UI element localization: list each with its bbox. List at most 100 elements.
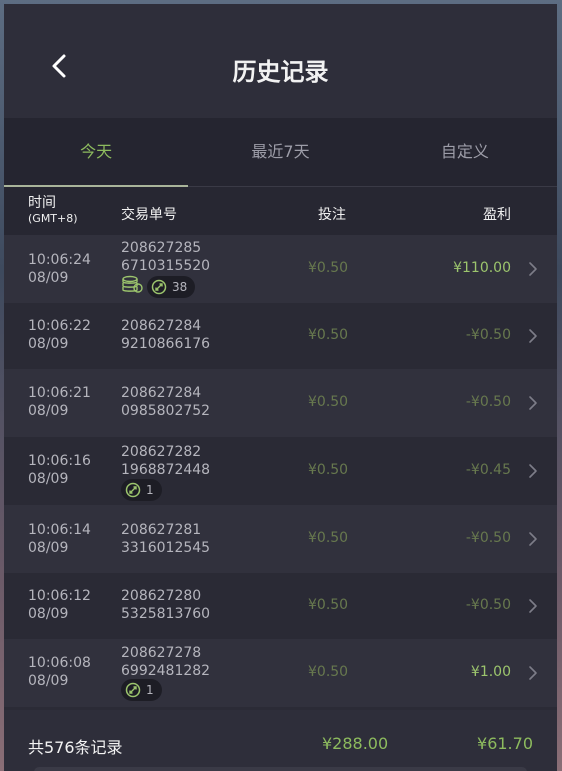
record-profit: -¥0.50 (465, 597, 511, 613)
record-date: 08/09 (28, 606, 69, 622)
spin-count: 38 (172, 280, 188, 294)
spin-arrows-icon (125, 482, 141, 498)
column-timezone: (GMT+8) (28, 212, 78, 225)
order-id-part-1: 208627284 (121, 385, 202, 401)
order-id-part-2: 0985802752 (121, 403, 211, 419)
record-badges: 1 (121, 479, 162, 501)
record-time: 10:06:16 08/09 (28, 452, 91, 488)
chevron-right-icon[interactable] (527, 328, 539, 344)
record-order-id: 208627284 9210866176 (121, 317, 210, 353)
record-profit: ¥110.00 (453, 260, 511, 276)
record-date: 08/09 (28, 270, 69, 286)
page-title: 历史记录 (232, 58, 329, 86)
record-bet: ¥0.50 (308, 462, 349, 478)
tab-custom[interactable]: 自定义 (373, 118, 557, 186)
record-row[interactable]: 10:06:14 08/09 208627281 3316012545 ¥0.50 -¥0… (4, 505, 557, 573)
record-time-clock: 10:06:14 (28, 522, 91, 538)
record-bet: ¥0.50 (308, 664, 349, 680)
record-date: 08/09 (28, 403, 69, 419)
record-time-clock: 10:06:24 (28, 252, 91, 268)
record-list: 10:06:24 08/09 208627285 6710315520 38 ¥0.50 ¥… (4, 235, 557, 707)
record-order-id: 208627282 1968872448 (121, 443, 210, 479)
total-records: 共576条记录 (28, 738, 123, 757)
record-date: 08/09 (28, 336, 69, 352)
spin-count: 1 (146, 683, 154, 697)
tab-last-7-days[interactable]: 最近7天 (188, 118, 372, 186)
record-date: 08/09 (28, 673, 69, 689)
record-profit: -¥0.50 (465, 327, 511, 343)
column-header: 时间 (GMT+8) 交易单号 投注 盈利 (4, 187, 557, 235)
column-order: 交易单号 (121, 207, 177, 223)
profit-sum: ¥61.70 (477, 734, 533, 753)
column-profit: 盈利 (483, 207, 511, 223)
summary-footer: 共576条记录 ¥288.00 ¥61.70 (4, 710, 557, 771)
record-time: 10:06:22 08/09 (28, 317, 91, 353)
record-order-id: 208627284 0985802752 (121, 384, 210, 420)
record-row[interactable]: 10:06:12 08/09 208627280 5325813760 ¥0.50 -¥0… (4, 573, 557, 639)
history-screen: 历史记录 今天 最近7天 自定义 时间 (GMT+8) 交易单号 投注 盈利 1… (4, 4, 557, 771)
record-profit: -¥0.45 (465, 462, 511, 478)
record-order-id: 208627280 5325813760 (121, 587, 210, 623)
record-order-id: 208627285 6710315520 (121, 239, 210, 275)
column-time: 时间 (GMT+8) (28, 195, 78, 227)
record-bet: ¥0.50 (308, 597, 349, 613)
order-id-part-1: 208627281 (121, 522, 202, 538)
free-spin-badge: 1 (121, 479, 162, 501)
coin-stack-icon (121, 275, 143, 299)
record-row[interactable]: 10:06:16 08/09 208627282 1968872448 1 ¥0.50 -¥… (4, 437, 557, 505)
record-time: 10:06:12 08/09 (28, 587, 91, 623)
record-date: 08/09 (28, 540, 69, 556)
record-badges: 38 (121, 275, 196, 299)
chevron-right-icon[interactable] (527, 261, 539, 277)
order-id-part-2: 1968872448 (121, 462, 211, 478)
chevron-right-icon[interactable] (527, 598, 539, 614)
record-row[interactable]: 10:06:24 08/09 208627285 6710315520 38 ¥0.50 ¥… (4, 235, 557, 303)
record-time-clock: 10:06:22 (28, 318, 91, 334)
record-row[interactable]: 10:06:08 08/09 208627278 6992481282 1 ¥0.50 ¥1… (4, 639, 557, 707)
record-order-id: 208627278 6992481282 (121, 644, 210, 680)
spin-arrows-icon (151, 279, 167, 295)
spin-arrows-icon (125, 682, 141, 698)
record-time: 10:06:08 08/09 (28, 654, 91, 690)
order-id-part-1: 208627280 (121, 588, 202, 604)
record-time: 10:06:14 08/09 (28, 521, 91, 557)
column-time-label: 时间 (28, 195, 56, 211)
record-time-clock: 10:06:21 (28, 385, 91, 401)
chevron-right-icon[interactable] (527, 463, 539, 479)
record-time: 10:06:24 08/09 (28, 251, 91, 287)
record-row[interactable]: 10:06:22 08/09 208627284 9210866176 ¥0.50 -¥0… (4, 303, 557, 369)
order-id-part-2: 5325813760 (121, 606, 211, 622)
chevron-right-icon[interactable] (527, 665, 539, 681)
record-row[interactable]: 10:06:21 08/09 208627284 0985802752 ¥0.50 -¥0… (4, 369, 557, 437)
chevron-right-icon[interactable] (527, 395, 539, 411)
order-id-part-2: 3316012545 (121, 540, 211, 556)
record-profit: -¥0.50 (465, 394, 511, 410)
record-profit: ¥1.00 (470, 664, 511, 680)
record-time: 10:06:21 08/09 (28, 384, 91, 420)
record-time-clock: 10:06:16 (28, 453, 91, 469)
record-badges: 1 (121, 679, 162, 701)
record-time-clock: 10:06:12 (28, 588, 91, 604)
date-tabs: 今天 最近7天 自定义 (4, 118, 557, 187)
record-time-clock: 10:06:08 (28, 655, 91, 671)
order-id-part-2: 9210866176 (121, 336, 211, 352)
record-bet: ¥0.50 (308, 530, 349, 546)
order-id-part-1: 208627278 (121, 645, 202, 661)
record-date: 08/09 (28, 471, 69, 487)
record-bet: ¥0.50 (308, 260, 349, 276)
free-spin-badge: 1 (121, 679, 162, 701)
chevron-right-icon[interactable] (527, 531, 539, 547)
header: 历史记录 (4, 4, 557, 118)
record-bet: ¥0.50 (308, 394, 349, 410)
tab-today[interactable]: 今天 (4, 118, 189, 187)
bet-sum: ¥288.00 (322, 734, 389, 753)
order-id-part-2: 6992481282 (121, 663, 211, 679)
order-id-part-1: 208627282 (121, 444, 202, 460)
free-spin-badge: 38 (147, 276, 196, 298)
record-order-id: 208627281 3316012545 (121, 521, 210, 557)
order-id-part-2: 6710315520 (121, 258, 211, 274)
scroll-indicator (34, 767, 527, 771)
order-id-part-1: 208627285 (121, 240, 202, 256)
order-id-part-1: 208627284 (121, 318, 202, 334)
spin-count: 1 (146, 483, 154, 497)
